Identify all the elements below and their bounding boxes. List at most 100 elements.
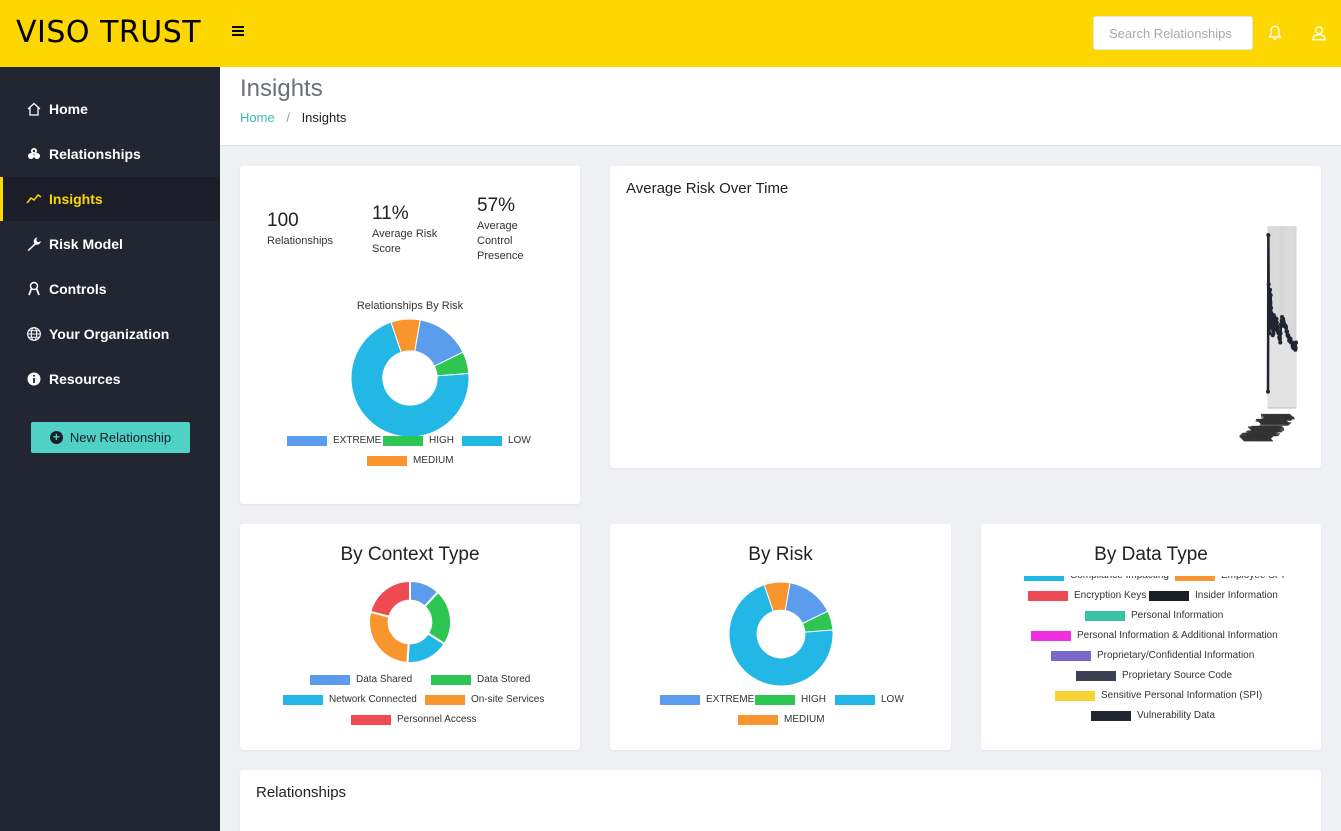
legend-item[interactable]: HIGH	[755, 694, 826, 705]
sidebar-item-home[interactable]: Home	[0, 87, 220, 131]
legend-item[interactable]: Employee SPI	[1175, 576, 1284, 581]
legend-swatch	[283, 694, 323, 705]
legend-item[interactable]: Personnel Access	[351, 714, 477, 725]
by-context-type-donut	[368, 580, 452, 664]
legend-swatch	[1055, 690, 1095, 701]
bell-icon[interactable]	[1266, 24, 1284, 42]
legend-item[interactable]: EXTREME	[660, 694, 754, 705]
sidebar-item-relationships[interactable]: Relationships	[0, 132, 220, 176]
legend-label: LOW	[508, 435, 531, 446]
data-point[interactable]	[1267, 331, 1272, 336]
data-point[interactable]	[1266, 282, 1271, 287]
sidebar-item-resources[interactable]: Resources	[0, 357, 220, 401]
legend-label: Personal Information & Additional Inform…	[1077, 630, 1278, 641]
sidebar-item-risk-model[interactable]: Risk Model	[0, 222, 220, 266]
data-point[interactable]	[1285, 329, 1290, 334]
user-icon[interactable]	[1310, 24, 1328, 42]
data-point[interactable]	[1266, 233, 1271, 238]
legend-item[interactable]: Personal Information	[1085, 610, 1223, 621]
data-point[interactable]	[1268, 293, 1273, 298]
data-point[interactable]	[1294, 340, 1298, 345]
data-point[interactable]	[1271, 331, 1276, 336]
chart-line-icon	[26, 193, 42, 204]
legend-item[interactable]: Data Stored	[431, 674, 530, 685]
legend-swatch	[287, 435, 327, 446]
data-point[interactable]	[1269, 305, 1274, 310]
legend-label: On-site Services	[471, 694, 545, 705]
sidebar-item-label: Home	[49, 101, 88, 117]
legend-item[interactable]: Proprietary Source Code	[1076, 670, 1232, 681]
legend-item[interactable]: Data Shared	[310, 674, 412, 685]
by-data-type-legend: Compliance Impacting Employee SPI Encrypti…	[981, 576, 1321, 732]
legend-label: Vulnerability Data	[1137, 710, 1216, 721]
legend-label: Insider Information	[1195, 590, 1278, 601]
breadcrumb: Home / Insights	[240, 110, 346, 125]
data-point[interactable]	[1293, 345, 1298, 350]
average-risk-line-chart: Feb 14Feb 14Feb 14Feb 14Feb 14Feb 14Feb …	[1237, 226, 1298, 444]
search-input[interactable]	[1093, 16, 1253, 50]
data-point[interactable]	[1288, 336, 1293, 341]
by-context-type-legend: Data Shared Data Stored Network Connected O…	[240, 672, 580, 732]
relationships-count-label: Relationships	[267, 235, 334, 247]
legend-item[interactable]: Sensitive Personal Information (SPI)	[1055, 690, 1262, 701]
average-control-presence: 57%	[477, 195, 516, 216]
relationships-icon	[28, 148, 40, 159]
legend-item[interactable]: LOW	[835, 694, 904, 705]
summary-card: 100 Relationships 11% Average Risk Score…	[240, 166, 580, 504]
legend-swatch	[738, 714, 778, 725]
data-point[interactable]	[1277, 336, 1282, 341]
legend-item[interactable]: Network Connected	[283, 694, 417, 705]
legend-swatch	[431, 674, 471, 685]
legend-swatch	[1076, 670, 1116, 681]
data-point[interactable]	[1278, 331, 1283, 336]
new-relationship-button[interactable]: + New Relationship	[31, 422, 190, 453]
data-point[interactable]	[1274, 316, 1279, 321]
by-risk-title: By Risk	[748, 544, 813, 565]
by-data-type-legend-viewport[interactable]: Compliance Impacting Employee SPI Encrypti…	[981, 576, 1321, 732]
legend-label: Compliance Impacting	[1070, 576, 1169, 581]
legend-swatch	[1175, 576, 1215, 581]
plus-circle-icon: +	[49, 431, 63, 444]
top-bar: VISO TRUST	[0, 0, 1341, 67]
legend-swatch	[425, 694, 465, 705]
legend-label: MEDIUM	[784, 714, 825, 725]
data-point[interactable]	[1274, 320, 1279, 325]
data-point[interactable]	[1278, 340, 1283, 345]
legend-item[interactable]: EXTREME	[287, 435, 381, 446]
legend-item[interactable]: MEDIUM	[738, 714, 825, 725]
data-point[interactable]	[1268, 300, 1273, 305]
legend-item[interactable]: MEDIUM	[367, 455, 454, 466]
breadcrumb-home-link[interactable]: Home	[240, 110, 275, 125]
sidebar-item-your-organization[interactable]: Your Organization	[0, 312, 220, 356]
data-point[interactable]	[1284, 325, 1289, 330]
legend-swatch	[1028, 590, 1068, 601]
legend-label: MEDIUM	[413, 455, 454, 466]
legend-item[interactable]: Proprietary/Confidential Information	[1051, 650, 1254, 661]
sidebar-item-controls[interactable]: Controls	[0, 267, 220, 311]
legend-item[interactable]: HIGH	[383, 435, 454, 446]
relationships-card-title: Relationships	[256, 784, 347, 801]
legend-swatch	[351, 714, 391, 725]
data-point[interactable]	[1266, 389, 1270, 394]
relationships-by-risk-donut	[350, 318, 470, 438]
legend-item[interactable]: Vulnerability Data	[1091, 710, 1215, 721]
info-icon	[27, 372, 41, 386]
data-point[interactable]	[1268, 287, 1273, 292]
data-point[interactable]	[1275, 325, 1280, 330]
legend-item[interactable]: LOW	[462, 435, 531, 446]
legend-item[interactable]: Compliance Impacting	[1024, 576, 1169, 581]
relationships-by-risk-legend: EXTREME HIGH LOW MEDIUM	[240, 432, 580, 472]
legend-item[interactable]: Insider Information	[1149, 590, 1278, 601]
average-risk-score: 11%	[372, 203, 409, 224]
sidebar-item-label: Your Organization	[49, 326, 170, 342]
sidebar-item-insights[interactable]: Insights	[0, 177, 220, 221]
legend-item[interactable]: Personal Information & Additional Inform…	[1031, 630, 1278, 641]
legend-swatch	[367, 455, 407, 466]
donut-slice-personnel-access[interactable]	[369, 580, 411, 618]
legend-item[interactable]: Encryption Keys	[1028, 590, 1146, 601]
sidebar-item-label: Insights	[49, 191, 103, 207]
logo[interactable]: VISO TRUST	[16, 15, 201, 50]
legend-item[interactable]: On-site Services	[425, 694, 544, 705]
hamburger-menu-icon[interactable]	[232, 24, 250, 42]
donut-slice-on-site-services[interactable]	[368, 610, 410, 664]
